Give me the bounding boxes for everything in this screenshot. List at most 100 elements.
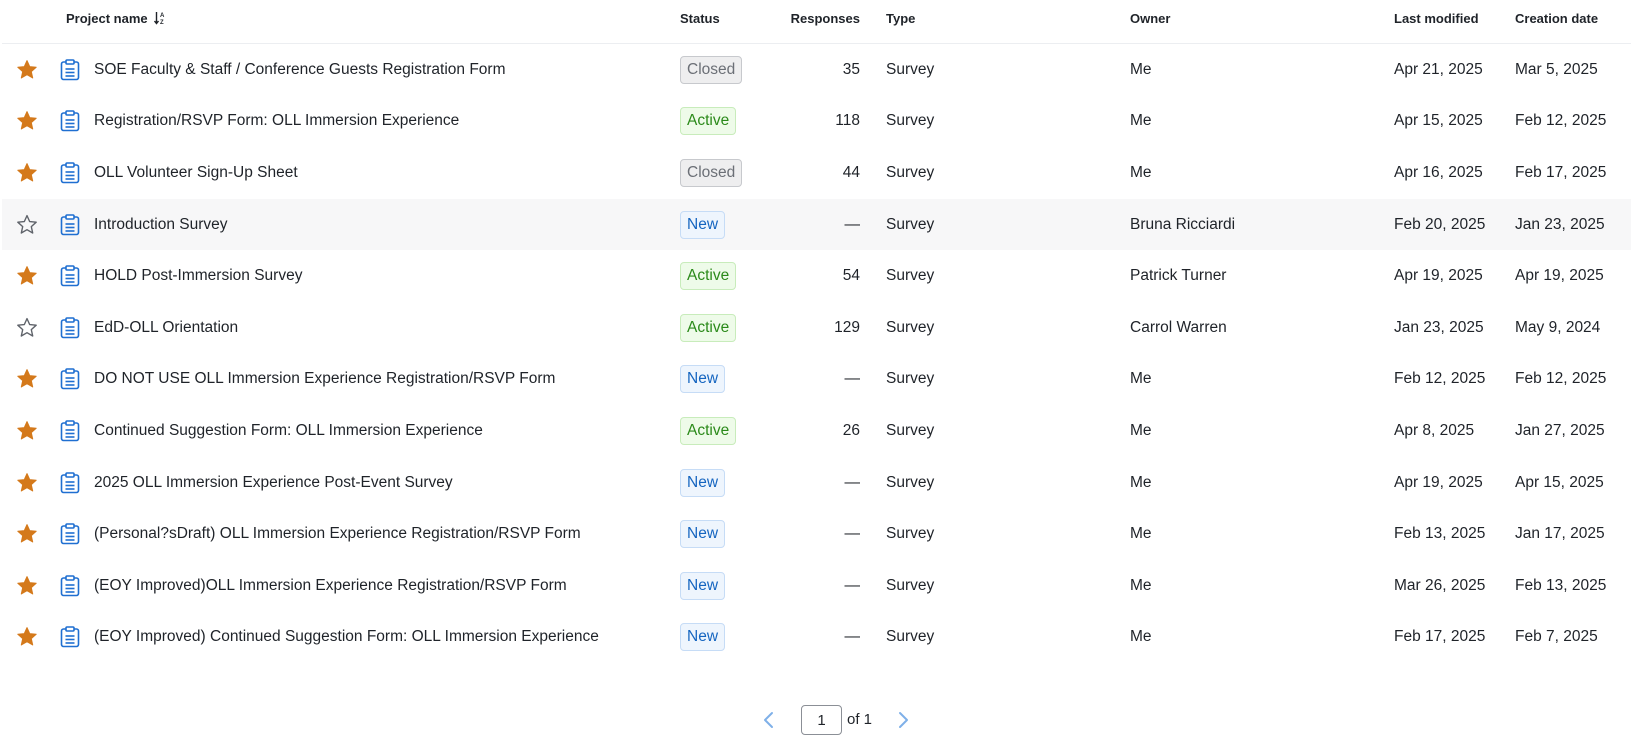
- star-filled-icon[interactable]: [16, 162, 38, 184]
- status-badge: Closed: [680, 55, 743, 84]
- status-badge: Active: [680, 416, 737, 445]
- projects-table: Project name A Z Status Responses Type O…: [2, 0, 1631, 663]
- last-modified-date: Apr 16, 2025: [1394, 163, 1483, 181]
- project-name-link[interactable]: EdD-OLL Orientation: [94, 319, 238, 337]
- project-name-link[interactable]: Registration/RSVP Form: OLL Immersion Ex…: [94, 112, 459, 130]
- owner-name: Me: [1130, 628, 1152, 646]
- creation-date: Jan 23, 2025: [1515, 215, 1605, 233]
- creation-date: Feb 17, 2025: [1515, 163, 1607, 181]
- project-type: Survey: [886, 163, 935, 181]
- project-name-link[interactable]: DO NOT USE OLL Immersion Experience Regi…: [94, 370, 555, 388]
- column-label-project-name: Project name: [66, 11, 148, 26]
- column-header-project-name[interactable]: Project name A Z: [66, 11, 166, 26]
- table-row[interactable]: SOE Faculty & Staff / Conference Guests …: [2, 44, 1631, 96]
- responses-count: 129: [834, 318, 860, 336]
- status-badge: New: [680, 520, 726, 549]
- star-filled-icon[interactable]: [16, 472, 38, 494]
- last-modified-date: Apr 8, 2025: [1394, 421, 1475, 439]
- project-name-link[interactable]: Introduction Survey: [94, 216, 228, 234]
- project-type: Survey: [886, 318, 935, 336]
- star-filled-icon[interactable]: [16, 420, 38, 442]
- last-modified-date: Apr 15, 2025: [1394, 112, 1483, 130]
- creation-date: Apr 15, 2025: [1515, 473, 1604, 491]
- table-row[interactable]: (Personal?sDraft) OLL Immersion Experien…: [2, 508, 1631, 560]
- svg-text:Z: Z: [160, 20, 164, 25]
- table-row[interactable]: HOLD Post-Immersion Survey Active 54 Survey…: [2, 250, 1631, 302]
- project-name-link[interactable]: (Personal?sDraft) OLL Immersion Experien…: [94, 525, 581, 543]
- star-filled-icon[interactable]: [16, 626, 38, 648]
- survey-document-icon: [60, 265, 80, 287]
- responses-count: —: [844, 628, 861, 646]
- table-row[interactable]: Continued Suggestion Form: OLL Immersion…: [2, 405, 1631, 457]
- last-modified-date: Mar 26, 2025: [1394, 576, 1486, 594]
- responses-count: —: [844, 215, 861, 233]
- owner-name: Me: [1130, 112, 1152, 130]
- status-badge: Active: [680, 262, 737, 291]
- status-badge: Active: [680, 107, 737, 136]
- page-count-label: of 1: [847, 711, 873, 728]
- star-outline-icon[interactable]: [16, 317, 38, 339]
- responses-count: —: [844, 576, 861, 594]
- star-filled-icon[interactable]: [16, 110, 38, 132]
- table-header: Project name A Z Status Responses Type O…: [2, 0, 1631, 44]
- creation-date: Feb 13, 2025: [1515, 576, 1607, 594]
- project-type: Survey: [886, 473, 935, 491]
- project-type: Survey: [886, 267, 935, 285]
- project-name-link[interactable]: HOLD Post-Immersion Survey: [94, 267, 302, 285]
- last-modified-date: Apr 19, 2025: [1394, 267, 1483, 285]
- page-number-input[interactable]: [801, 705, 842, 735]
- star-outline-icon[interactable]: [16, 214, 38, 236]
- column-header-status[interactable]: Status: [680, 11, 720, 26]
- pagination: of 1: [0, 705, 1631, 735]
- survey-document-icon: [60, 626, 80, 648]
- column-header-responses[interactable]: Responses: [772, 11, 860, 26]
- project-type: Survey: [886, 370, 935, 388]
- responses-count: 26: [842, 421, 860, 439]
- table-row[interactable]: Registration/RSVP Form: OLL Immersion Ex…: [2, 96, 1631, 148]
- last-modified-date: Apr 21, 2025: [1394, 60, 1483, 78]
- project-name-link[interactable]: Continued Suggestion Form: OLL Immersion…: [94, 422, 483, 440]
- table-row[interactable]: DO NOT USE OLL Immersion Experience Regi…: [2, 354, 1631, 406]
- star-filled-icon[interactable]: [16, 523, 38, 545]
- column-header-owner[interactable]: Owner: [1130, 11, 1170, 26]
- project-name-link[interactable]: 2025 OLL Immersion Experience Post-Event…: [94, 474, 453, 492]
- next-page-icon[interactable]: [894, 710, 912, 730]
- star-filled-icon[interactable]: [16, 368, 38, 390]
- table-row[interactable]: Introduction Survey New — Survey Bruna Ricci…: [2, 198, 1631, 251]
- survey-document-icon: [60, 58, 80, 81]
- project-name-link[interactable]: SOE Faculty & Staff / Conference Guests …: [94, 61, 506, 79]
- project-name-link[interactable]: (EOY Improved) Continued Suggestion Form…: [94, 628, 599, 646]
- project-type: Survey: [886, 112, 935, 130]
- status-badge: Active: [680, 313, 737, 342]
- column-header-creation-date[interactable]: Creation date: [1515, 11, 1598, 26]
- table-row[interactable]: OLL Volunteer Sign-Up Sheet Closed 44 Surve…: [2, 147, 1631, 199]
- table-row[interactable]: (EOY Improved)OLL Immersion Experience R…: [2, 560, 1631, 612]
- project-type: Survey: [886, 576, 935, 594]
- owner-name: Me: [1130, 473, 1152, 491]
- survey-document-icon: [60, 213, 80, 235]
- table-row[interactable]: 2025 OLL Immersion Experience Post-Event…: [2, 457, 1631, 509]
- project-name-link[interactable]: (EOY Improved)OLL Immersion Experience R…: [94, 577, 567, 595]
- creation-date: Jan 27, 2025: [1515, 421, 1605, 439]
- previous-page-icon[interactable]: [760, 710, 778, 730]
- star-filled-icon[interactable]: [16, 265, 38, 287]
- star-filled-icon[interactable]: [16, 575, 38, 597]
- table-row[interactable]: (EOY Improved) Continued Suggestion Form…: [2, 612, 1631, 664]
- owner-name: Me: [1130, 163, 1152, 181]
- project-name-link[interactable]: OLL Volunteer Sign-Up Sheet: [94, 164, 298, 182]
- status-badge: New: [680, 365, 726, 394]
- status-badge: New: [680, 571, 726, 600]
- owner-name: Patrick Turner: [1130, 267, 1227, 285]
- responses-count: —: [844, 473, 861, 491]
- survey-document-icon: [60, 523, 80, 545]
- creation-date: Jan 17, 2025: [1515, 525, 1605, 543]
- table-row[interactable]: EdD-OLL Orientation Active 129 Survey Carrol…: [2, 302, 1631, 354]
- table-body: SOE Faculty & Staff / Conference Guests …: [2, 44, 1631, 663]
- last-modified-date: Feb 13, 2025: [1394, 525, 1486, 543]
- sort-az-icon: A Z: [154, 12, 165, 25]
- star-filled-icon[interactable]: [16, 59, 38, 81]
- creation-date: Apr 19, 2025: [1515, 267, 1604, 285]
- column-header-type[interactable]: Type: [886, 11, 915, 26]
- column-header-last-modified[interactable]: Last modified: [1394, 11, 1479, 26]
- survey-document-icon: [60, 368, 80, 390]
